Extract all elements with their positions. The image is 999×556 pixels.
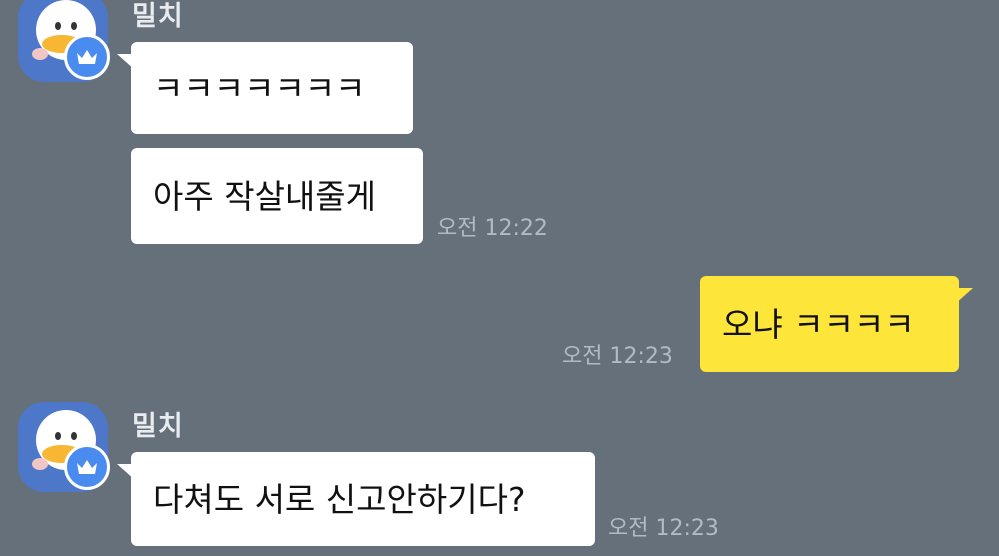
crown-icon: [77, 50, 97, 64]
message-text: 다쳐도 서로 신고안하기다?: [153, 479, 526, 519]
crown-badge: [64, 444, 110, 490]
my-message-bubble[interactable]: 오냐 ㅋㅋㅋㅋ: [700, 276, 973, 372]
sender-name: 밀치: [132, 411, 184, 442]
message-timestamp: 오전 12:23: [608, 516, 719, 541]
message-text: ㅋㅋㅋㅋㅋㅋㅋ: [153, 68, 366, 108]
message-text: 오냐 ㅋㅋㅋㅋ: [722, 304, 915, 344]
crown-badge: [64, 34, 110, 80]
message-timestamp: 오전 12:23: [562, 344, 673, 369]
message-timestamp: 오전 12:22: [437, 216, 548, 241]
message-bubble[interactable]: ㅋㅋㅋㅋㅋㅋㅋ: [117, 42, 413, 134]
crown-icon: [77, 460, 97, 474]
sender-avatar[interactable]: [18, 402, 110, 492]
message-bubble[interactable]: 다쳐도 서로 신고안하기다?: [117, 452, 595, 546]
sender-avatar[interactable]: [18, 0, 110, 82]
sender-name: 밀치: [132, 1, 184, 32]
message-text: 아주 작살내줄게: [153, 176, 377, 216]
message-bubble[interactable]: 아주 작살내줄게: [131, 148, 423, 244]
